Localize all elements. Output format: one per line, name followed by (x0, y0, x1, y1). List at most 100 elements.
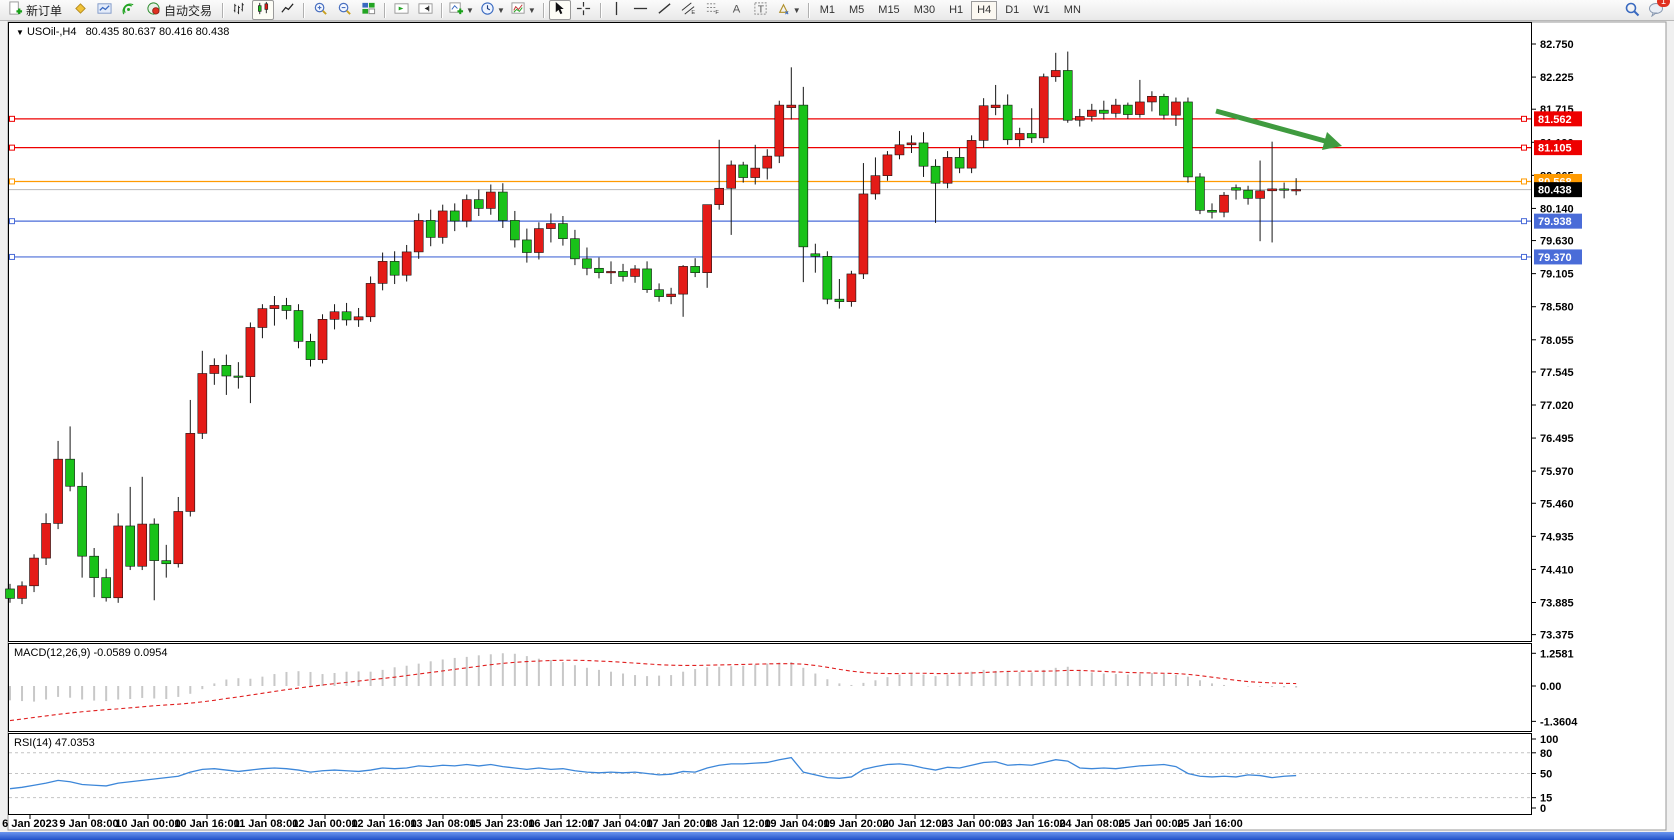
candle[interactable] (931, 166, 940, 183)
level-handle[interactable] (1522, 219, 1527, 224)
candle[interactable] (186, 433, 195, 511)
candle[interactable] (787, 105, 796, 108)
level-handle[interactable] (10, 116, 15, 121)
candle[interactable] (859, 194, 868, 274)
candle[interactable] (486, 192, 495, 208)
candle[interactable] (619, 271, 628, 276)
candle[interactable] (919, 143, 928, 166)
candle[interactable] (594, 268, 603, 272)
candle[interactable] (66, 459, 75, 486)
level-handle[interactable] (10, 254, 15, 259)
candle[interactable] (1063, 70, 1072, 120)
level-handle[interactable] (10, 179, 15, 184)
candle[interactable] (1135, 102, 1144, 115)
candle[interactable] (967, 140, 976, 168)
chart-canvas[interactable]: 82.75082.22581.71581.19080.66580.14079.6… (0, 0, 1674, 832)
candle[interactable] (6, 589, 15, 598)
candle[interactable] (1256, 191, 1265, 199)
candle[interactable] (1208, 210, 1217, 212)
candle[interactable] (1220, 195, 1229, 212)
candle[interactable] (943, 157, 952, 183)
candle[interactable] (1280, 189, 1289, 190)
candle[interactable] (438, 211, 447, 237)
candle[interactable] (1232, 188, 1241, 191)
candle[interactable] (1111, 105, 1120, 113)
candle[interactable] (715, 188, 724, 204)
candle[interactable] (907, 143, 916, 145)
candle[interactable] (222, 365, 231, 376)
candle[interactable] (1268, 189, 1277, 191)
candle[interactable] (402, 252, 411, 275)
candle[interactable] (138, 524, 147, 566)
candle[interactable] (498, 192, 507, 220)
candle[interactable] (366, 283, 375, 316)
candle[interactable] (871, 176, 880, 194)
candle[interactable] (847, 274, 856, 302)
candle[interactable] (1075, 116, 1084, 120)
candle[interactable] (210, 365, 219, 373)
candle[interactable] (582, 259, 591, 268)
candle[interactable] (354, 317, 363, 320)
candle[interactable] (270, 305, 279, 308)
candle[interactable] (727, 165, 736, 188)
candle[interactable] (330, 312, 339, 320)
candle[interactable] (883, 155, 892, 176)
candle[interactable] (42, 523, 51, 558)
candle[interactable] (378, 261, 387, 283)
candle[interactable] (54, 459, 63, 523)
level-handle[interactable] (10, 219, 15, 224)
candle[interactable] (462, 200, 471, 221)
candle[interactable] (667, 294, 676, 297)
candle[interactable] (1087, 110, 1096, 116)
candle[interactable] (643, 269, 652, 290)
candle[interactable] (1195, 177, 1204, 210)
candle[interactable] (1099, 110, 1108, 113)
candle[interactable] (426, 220, 435, 237)
candle[interactable] (691, 266, 700, 272)
candle[interactable] (162, 561, 171, 564)
candle[interactable] (414, 220, 423, 252)
level-handle[interactable] (1522, 116, 1527, 121)
candle[interactable] (979, 106, 988, 141)
candle[interactable] (258, 309, 267, 328)
candle[interactable] (318, 319, 327, 359)
candle[interactable] (534, 229, 543, 253)
candle[interactable] (150, 524, 159, 561)
candle[interactable] (30, 558, 39, 586)
candle[interactable] (294, 310, 303, 341)
candle[interactable] (474, 200, 483, 209)
candle[interactable] (342, 312, 351, 320)
candle[interactable] (522, 240, 531, 253)
candle[interactable] (703, 205, 712, 273)
candle[interactable] (1147, 96, 1156, 102)
candle[interactable] (18, 586, 27, 599)
candle[interactable] (126, 526, 135, 566)
level-handle[interactable] (1522, 254, 1527, 259)
candle[interactable] (282, 305, 291, 310)
candle[interactable] (570, 239, 579, 259)
candle[interactable] (390, 261, 399, 275)
candle[interactable] (655, 290, 664, 297)
level-handle[interactable] (1522, 145, 1527, 150)
candle[interactable] (739, 165, 748, 178)
candle[interactable] (751, 168, 760, 177)
candle[interactable] (835, 299, 844, 302)
candle[interactable] (1171, 102, 1180, 115)
candle[interactable] (102, 578, 111, 598)
candle[interactable] (799, 105, 808, 247)
candle[interactable] (823, 256, 832, 299)
candle[interactable] (306, 341, 315, 359)
candle[interactable] (1123, 105, 1132, 114)
candle[interactable] (955, 157, 964, 168)
candle[interactable] (450, 211, 459, 221)
candle[interactable] (1027, 133, 1036, 137)
symbol-collapse-icon[interactable]: ▼ (16, 28, 24, 37)
candle[interactable] (1015, 133, 1024, 139)
candle[interactable] (234, 376, 243, 377)
candle[interactable] (510, 220, 519, 240)
level-handle[interactable] (10, 145, 15, 150)
candle[interactable] (607, 271, 616, 272)
candle[interactable] (1051, 70, 1060, 76)
candle[interactable] (763, 156, 772, 168)
candle[interactable] (1039, 77, 1048, 138)
